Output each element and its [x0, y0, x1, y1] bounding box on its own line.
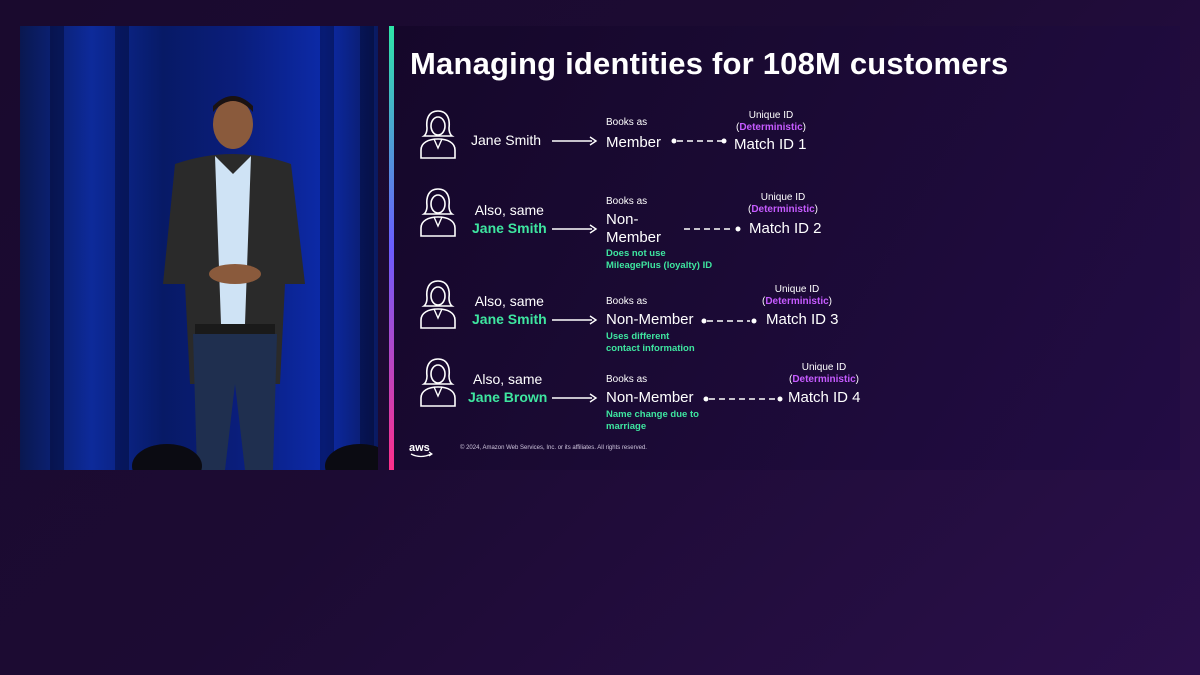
speaker-figure: [163, 96, 305, 470]
dashed-connector-icon: [671, 138, 727, 144]
customer-name-prefix: Also, same: [474, 202, 544, 218]
match-id: Match ID 3: [766, 311, 839, 328]
member-note: Uses different contact information: [606, 331, 695, 354]
aws-logo-text: aws: [409, 442, 430, 454]
identity-row: Also, same Jane Smith Books as Non- Memb…: [394, 186, 1180, 271]
member-type: Non-Member: [606, 311, 694, 328]
unique-id-text: Unique ID: [748, 110, 794, 121]
arrow-right-icon: [552, 224, 598, 234]
unique-id-label: Unique ID (Deterministic): [761, 284, 833, 307]
customer-name: Also, same Jane Smith: [472, 201, 547, 237]
customer-name: Jane Smith: [471, 131, 541, 149]
books-as-label: Books as: [606, 196, 648, 207]
person-icon: [420, 358, 456, 407]
unique-id-text: Unique ID: [760, 192, 806, 203]
match-id: Match ID 1: [734, 136, 807, 153]
unique-id-text: Unique ID: [774, 284, 820, 295]
dashed-connector-icon: [703, 396, 783, 402]
aws-logo-icon: aws: [409, 442, 433, 458]
unique-id-label: Unique ID (Deterministic): [747, 192, 819, 215]
person-icon: [420, 188, 456, 237]
books-as-label: Books as: [606, 374, 648, 385]
person-icon: [420, 280, 456, 329]
unique-id-label: Unique ID (Deterministic): [735, 110, 807, 133]
dashed-connector-icon: [684, 226, 741, 232]
deterministic-label: Deterministic: [739, 122, 803, 133]
arrow-right-icon: [552, 136, 598, 146]
member-note: Name change due to marriage: [606, 409, 699, 432]
arrow-right-icon: [552, 315, 598, 325]
presentation-slide: Managing identities for 108M customers J…: [394, 26, 1180, 470]
member-note: Does not use MileagePlus (loyalty) ID: [606, 248, 713, 271]
customer-name: Also, same Jane Brown: [468, 370, 547, 406]
identity-row: Jane Smith Books as Member Unique ID (Det…: [394, 108, 1180, 188]
unique-id-label: Unique ID (Deterministic): [788, 362, 860, 385]
customer-name-highlight: Jane Smith: [472, 311, 547, 327]
deterministic-label: Deterministic: [765, 296, 829, 307]
books-as-label: Books as: [606, 117, 648, 128]
customer-name-highlight: Jane Smith: [472, 220, 547, 236]
deterministic-label: Deterministic: [792, 374, 856, 385]
copyright-text: © 2024, Amazon Web Services, Inc. or its…: [460, 445, 647, 451]
customer-name: Also, same Jane Smith: [472, 292, 547, 328]
slide-title: Managing identities for 108M customers: [410, 46, 1009, 81]
arrow-right-icon: [552, 393, 598, 403]
unique-id-text: Unique ID: [801, 362, 847, 373]
customer-name-text: Jane Smith: [471, 132, 542, 148]
dashed-connector-icon: [701, 318, 757, 324]
customer-name-prefix: Also, same: [473, 371, 543, 387]
member-type: Non- Member: [606, 211, 662, 246]
member-type: Member: [606, 134, 662, 151]
books-as-label: Books as: [606, 296, 648, 307]
speaker-video-feed: [20, 26, 378, 470]
match-id: Match ID 2: [749, 220, 822, 237]
customer-name-highlight: Jane Brown: [468, 389, 548, 405]
person-icon: [420, 110, 456, 159]
customer-name-prefix: Also, same: [474, 293, 544, 309]
identity-row: Also, same Jane Smith Books as Non-Membe…: [394, 278, 1180, 358]
match-id: Match ID 4: [788, 389, 861, 406]
identity-row: Also, same Jane Brown Books as Non-Membe…: [394, 356, 1180, 436]
member-type: Non-Member: [606, 389, 694, 406]
deterministic-label: Deterministic: [751, 204, 815, 215]
